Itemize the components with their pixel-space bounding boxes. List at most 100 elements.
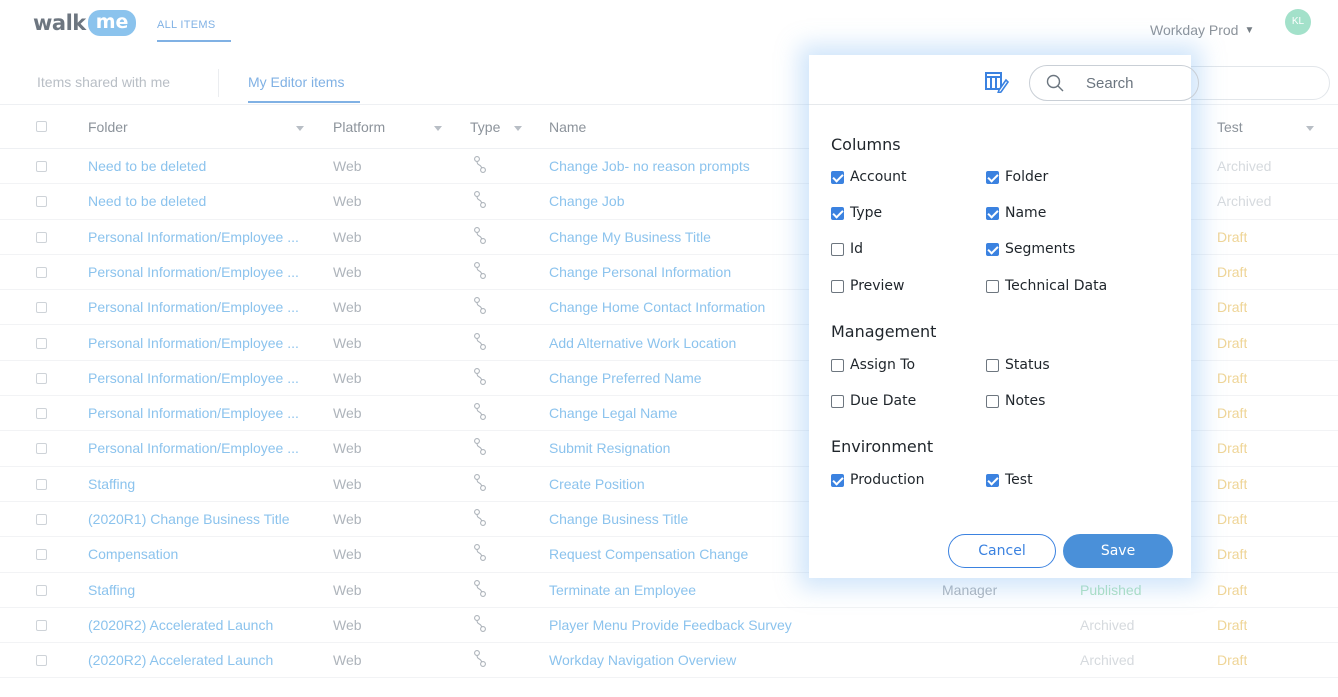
- cell-name[interactable]: Change Preferred Name: [549, 370, 809, 386]
- filter-icon[interactable]: [434, 126, 442, 131]
- option-assign-to[interactable]: Assign To: [831, 357, 915, 373]
- cell-folder[interactable]: Personal Information/Employee ...: [88, 229, 320, 245]
- row-checkbox[interactable]: [36, 619, 47, 631]
- option-due-date[interactable]: Due Date: [831, 393, 916, 409]
- cell-name[interactable]: Change Business Title: [549, 511, 809, 527]
- popup-search-input[interactable]: [1086, 74, 1176, 92]
- checkbox[interactable]: [831, 242, 844, 256]
- flow-type-icon: [473, 367, 487, 390]
- cell-name[interactable]: Change Home Contact Information: [549, 299, 809, 315]
- checkbox[interactable]: [831, 279, 844, 293]
- row-checkbox[interactable]: [36, 196, 47, 208]
- cell-name[interactable]: Workday Navigation Overview: [549, 652, 809, 668]
- option-test[interactable]: Test: [986, 472, 1033, 488]
- cell-folder[interactable]: Personal Information/Employee ...: [88, 299, 320, 315]
- row-checkbox[interactable]: [36, 549, 47, 561]
- option-folder[interactable]: Folder: [986, 169, 1048, 185]
- checkbox[interactable]: [831, 358, 844, 372]
- checkbox[interactable]: [986, 473, 999, 487]
- checkbox[interactable]: [831, 206, 844, 220]
- cell-folder[interactable]: Personal Information/Employee ...: [88, 440, 320, 456]
- cell-folder[interactable]: Need to be deleted: [88, 193, 320, 209]
- column-header-test[interactable]: Test: [1217, 119, 1243, 135]
- cell-name[interactable]: Submit Resignation: [549, 440, 809, 456]
- cell-name[interactable]: Change Job: [549, 193, 809, 209]
- save-button[interactable]: Save: [1063, 534, 1173, 568]
- option-label: Status: [1005, 357, 1050, 373]
- row-checkbox[interactable]: [36, 584, 47, 596]
- cell-folder[interactable]: Need to be deleted: [88, 158, 320, 174]
- checkbox[interactable]: [831, 394, 844, 408]
- checkbox[interactable]: [986, 242, 999, 256]
- cell-folder[interactable]: Personal Information/Employee ...: [88, 370, 320, 386]
- cell-production-status: Archived: [1080, 652, 1135, 669]
- cell-folder[interactable]: Staffing: [88, 476, 320, 492]
- filter-icon[interactable]: [1306, 126, 1314, 131]
- popup-search-field[interactable]: [1029, 65, 1199, 101]
- cell-name[interactable]: Change Legal Name: [549, 405, 809, 421]
- cell-name[interactable]: Request Compensation Change: [549, 546, 809, 562]
- row-checkbox[interactable]: [36, 478, 47, 490]
- cell-name[interactable]: Terminate an Employee: [549, 582, 809, 598]
- cell-folder[interactable]: (2020R1) Change Business Title: [88, 511, 320, 527]
- filter-icon[interactable]: [514, 126, 522, 131]
- option-production[interactable]: Production: [831, 472, 924, 488]
- cell-folder[interactable]: (2020R2) Accelerated Launch: [88, 652, 320, 668]
- option-notes[interactable]: Notes: [986, 393, 1045, 409]
- cell-name[interactable]: Add Alternative Work Location: [549, 335, 809, 351]
- option-type[interactable]: Type: [831, 205, 882, 221]
- columns-edit-icon[interactable]: [985, 71, 1009, 93]
- row-checkbox[interactable]: [36, 655, 47, 667]
- filter-icon[interactable]: [296, 126, 304, 131]
- row-checkbox[interactable]: [36, 443, 47, 455]
- checkbox[interactable]: [986, 279, 999, 293]
- column-header-platform[interactable]: Platform: [333, 119, 385, 135]
- cell-folder[interactable]: Staffing: [88, 582, 320, 598]
- row-checkbox[interactable]: [36, 231, 47, 243]
- checkbox[interactable]: [986, 170, 999, 184]
- cell-folder[interactable]: Personal Information/Employee ...: [88, 264, 320, 280]
- column-header-type[interactable]: Type: [470, 119, 500, 135]
- checkbox[interactable]: [986, 206, 999, 220]
- user-avatar[interactable]: KL: [1285, 9, 1311, 35]
- column-header-name[interactable]: Name: [549, 119, 586, 135]
- select-all-checkbox[interactable]: [36, 121, 47, 132]
- cell-name[interactable]: Change My Business Title: [549, 229, 809, 245]
- row-checkbox[interactable]: [36, 372, 47, 384]
- cell-folder[interactable]: (2020R2) Accelerated Launch: [88, 617, 320, 633]
- row-checkbox[interactable]: [36, 266, 47, 278]
- row-checkbox[interactable]: [36, 161, 47, 172]
- checkbox[interactable]: [986, 358, 999, 372]
- walkme-logo[interactable]: walk me: [33, 10, 137, 36]
- option-status[interactable]: Status: [986, 357, 1050, 373]
- cell-folder[interactable]: Personal Information/Employee ...: [88, 335, 320, 351]
- row-checkbox[interactable]: [36, 302, 47, 314]
- table-row[interactable]: (2020R2) Accelerated Launch Web Player Men…: [0, 608, 1338, 644]
- column-header-folder[interactable]: Folder: [88, 119, 128, 135]
- row-checkbox[interactable]: [36, 408, 47, 420]
- option-account[interactable]: Account: [831, 169, 907, 185]
- cell-name[interactable]: Change Personal Information: [549, 264, 809, 280]
- cell-name[interactable]: Player Menu Provide Feedback Survey: [549, 617, 809, 633]
- table-row[interactable]: (2020R2) Accelerated Launch Web Workday Na…: [0, 643, 1338, 679]
- checkbox[interactable]: [831, 473, 844, 487]
- cell-folder[interactable]: Personal Information/Employee ...: [88, 405, 320, 421]
- checkbox[interactable]: [986, 394, 999, 408]
- cell-name[interactable]: Create Position: [549, 476, 809, 492]
- row-checkbox[interactable]: [36, 514, 47, 525]
- cancel-button[interactable]: Cancel: [948, 534, 1056, 568]
- nav-all-items[interactable]: ALL ITEMS: [157, 19, 216, 31]
- cell-name[interactable]: Change Job- no reason prompts: [549, 158, 809, 174]
- checkbox[interactable]: [831, 170, 844, 184]
- environment-dropdown[interactable]: Workday Prod ▼: [1150, 22, 1254, 38]
- option-name[interactable]: Name: [986, 205, 1046, 221]
- tab-my-editor-items[interactable]: My Editor items: [248, 74, 344, 90]
- cell-platform: Web: [333, 369, 362, 386]
- cell-folder[interactable]: Compensation: [88, 546, 320, 562]
- option-preview[interactable]: Preview: [831, 278, 905, 294]
- option-id[interactable]: Id: [831, 241, 863, 257]
- tab-items-shared-with-me[interactable]: Items shared with me: [37, 74, 170, 90]
- option-technical-data[interactable]: Technical Data: [986, 278, 1107, 294]
- option-segments[interactable]: Segments: [986, 241, 1075, 257]
- row-checkbox[interactable]: [36, 337, 47, 349]
